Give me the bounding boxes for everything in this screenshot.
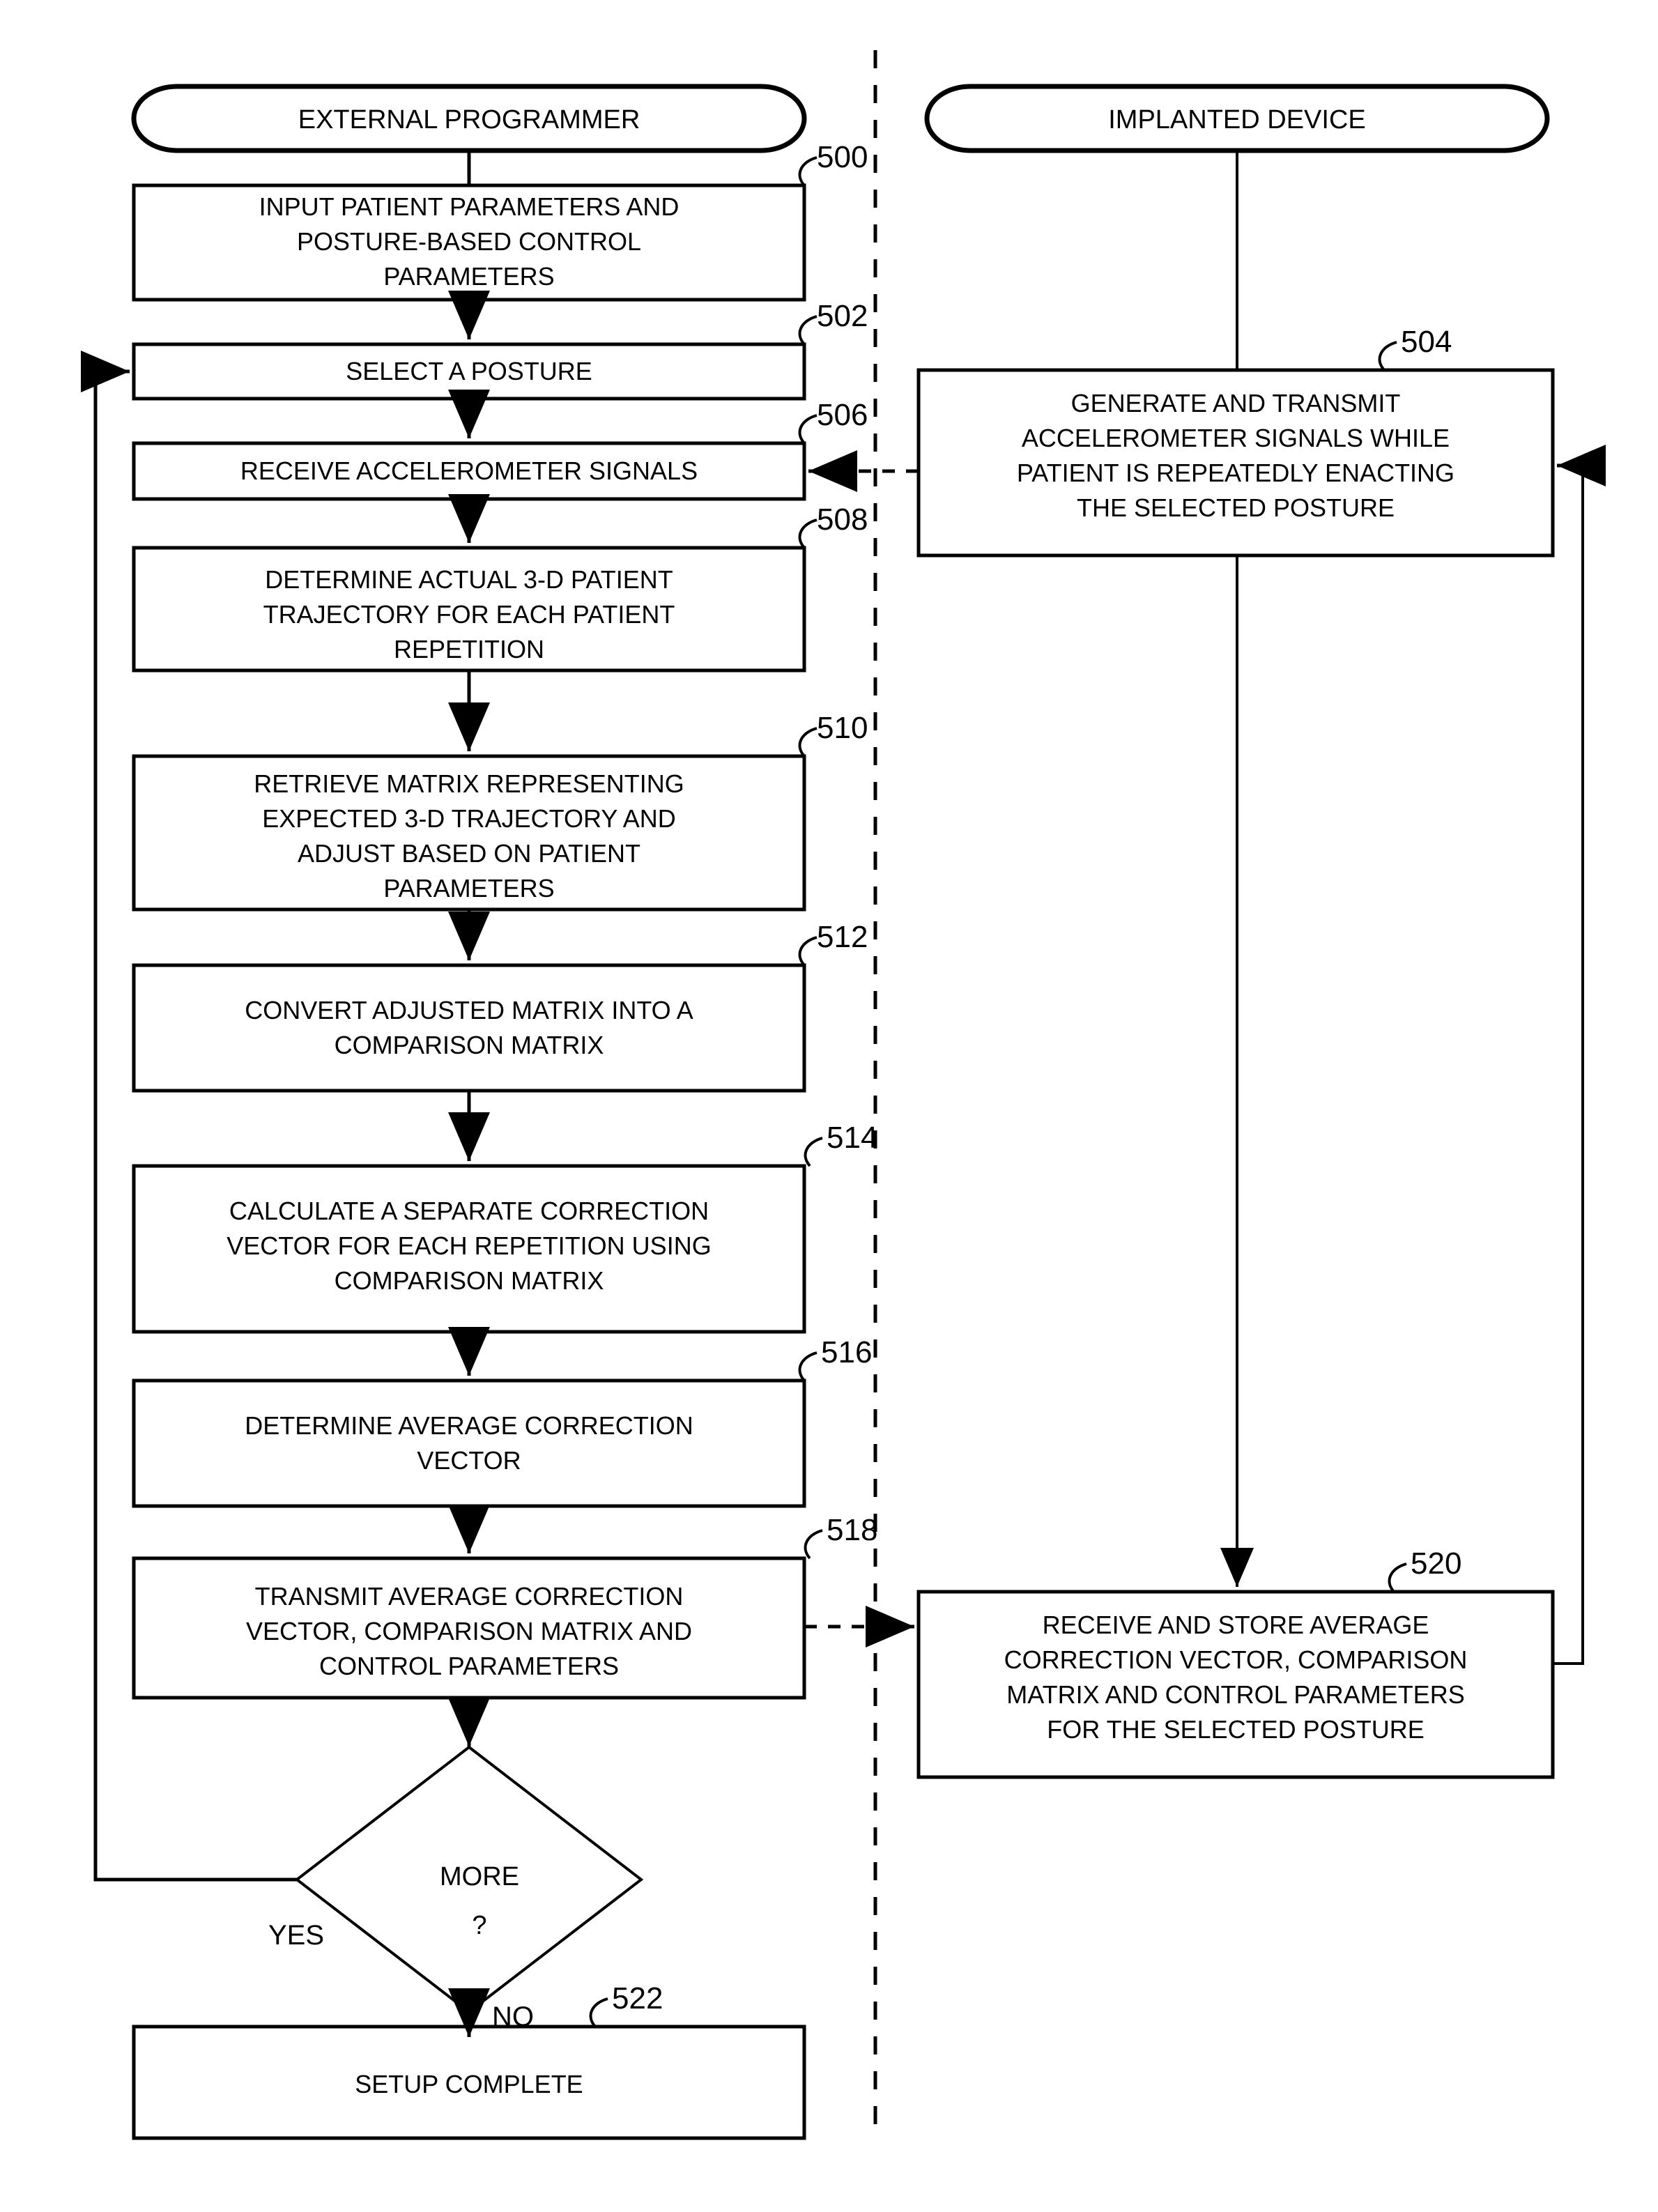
ref-514: 514 bbox=[827, 1121, 877, 1155]
patent-figure-page: EXTERNAL PROGRAMMER INPUT PATIENT PARAME… bbox=[0, 0, 1658, 2212]
node-508-line-2: TRAJECTORY FOR EACH PATIENT bbox=[263, 600, 675, 629]
ref-502: 502 bbox=[817, 299, 868, 333]
node-518-line-3: CONTROL PARAMETERS bbox=[319, 1652, 619, 1680]
leader-504 bbox=[1378, 341, 1397, 371]
node-510-line-4: PARAMETERS bbox=[383, 874, 554, 903]
leader-514 bbox=[804, 1137, 823, 1167]
node-512-line-1: CONVERT ADJUSTED MATRIX INTO A bbox=[245, 996, 693, 1024]
ref-516: 516 bbox=[821, 1335, 872, 1369]
node-504-line-1: GENERATE AND TRANSMIT bbox=[1071, 389, 1401, 417]
ref-510: 510 bbox=[817, 711, 868, 745]
edge-520-to-504-feedback bbox=[1553, 466, 1584, 1665]
node-516-line-2: VECTOR bbox=[417, 1446, 521, 1475]
ref-508: 508 bbox=[817, 502, 868, 537]
node-504-line-3: PATIENT IS REPEATEDLY ENACTING bbox=[1017, 459, 1454, 487]
node-516-line-1: DETERMINE AVERAGE CORRECTION bbox=[245, 1411, 693, 1440]
node-500-line-3: PARAMETERS bbox=[383, 262, 554, 291]
edge-label-yes: YES bbox=[268, 1920, 324, 1951]
ref-504: 504 bbox=[1401, 325, 1452, 359]
node-506-line-1: RECEIVE ACCELEROMETER SIGNALS bbox=[240, 456, 698, 485]
node-514-line-3: COMPARISON MATRIX bbox=[335, 1266, 604, 1295]
node-520-line-1: RECEIVE AND STORE AVERAGE bbox=[1043, 1611, 1429, 1639]
node-516 bbox=[132, 1378, 806, 1508]
node-518-line-1: TRANSMIT AVERAGE CORRECTION bbox=[255, 1582, 684, 1611]
leader-502 bbox=[798, 315, 818, 346]
ref-520: 520 bbox=[1411, 1546, 1461, 1581]
leader-522 bbox=[589, 1997, 608, 2028]
ref-522: 522 bbox=[612, 1981, 663, 2015]
node-522-line-1: SETUP COMPLETE bbox=[355, 2070, 583, 2098]
node-518-line-2: VECTOR, COMPARISON MATRIX AND bbox=[246, 1617, 692, 1645]
node-512-line-2: COMPARISON MATRIX bbox=[335, 1031, 604, 1059]
node-500-line-1: INPUT PATIENT PARAMETERS AND bbox=[259, 192, 680, 221]
decision-more-label-1: MORE bbox=[440, 1862, 519, 1891]
leader-512 bbox=[798, 936, 818, 967]
ref-500: 500 bbox=[817, 140, 868, 174]
node-510-line-2: EXPECTED 3-D TRAJECTORY AND bbox=[262, 804, 676, 833]
node-510-line-3: ADJUST BASED ON PATIENT bbox=[298, 839, 640, 868]
node-508-line-3: REPETITION bbox=[394, 635, 544, 663]
leader-508 bbox=[798, 519, 818, 549]
node-512 bbox=[132, 963, 806, 1093]
node-510-line-1: RETRIEVE MATRIX REPRESENTING bbox=[254, 769, 684, 798]
node-502-line-1: SELECT A POSTURE bbox=[346, 357, 592, 385]
flowchart-svg: EXTERNAL PROGRAMMER INPUT PATIENT PARAME… bbox=[81, 50, 1606, 2140]
node-504-line-4: THE SELECTED POSTURE bbox=[1077, 493, 1395, 522]
node-514-line-1: CALCULATE A SEPARATE CORRECTION bbox=[229, 1197, 709, 1225]
leader-506 bbox=[798, 414, 818, 445]
leader-518 bbox=[804, 1529, 823, 1560]
terminator-implanted-device-label: IMPLANTED DEVICE bbox=[1108, 105, 1366, 135]
node-514-line-2: VECTOR FOR EACH REPETITION USING bbox=[227, 1231, 711, 1260]
leader-520 bbox=[1388, 1562, 1407, 1593]
terminator-external-programmer-label: EXTERNAL PROGRAMMER bbox=[298, 105, 640, 135]
node-504-line-2: ACCELEROMETER SIGNALS WHILE bbox=[1022, 424, 1450, 452]
node-520-line-4: FOR THE SELECTED POSTURE bbox=[1047, 1715, 1424, 1744]
leader-510 bbox=[798, 727, 818, 758]
decision-more-label-2: ? bbox=[472, 1911, 486, 1940]
node-508-line-1: DETERMINE ACTUAL 3-D PATIENT bbox=[265, 565, 673, 594]
leader-500 bbox=[798, 156, 818, 187]
ref-512: 512 bbox=[817, 920, 868, 954]
edge-yes-loop bbox=[93, 371, 297, 1882]
node-520-line-3: MATRIX AND CONTROL PARAMETERS bbox=[1006, 1680, 1464, 1709]
ref-506: 506 bbox=[817, 398, 868, 432]
node-500-line-2: POSTURE-BASED CONTROL bbox=[297, 227, 641, 256]
leader-516 bbox=[798, 1351, 818, 1382]
ref-518: 518 bbox=[827, 1513, 877, 1547]
node-520-line-2: CORRECTION VECTOR, COMPARISON bbox=[1004, 1645, 1468, 1674]
